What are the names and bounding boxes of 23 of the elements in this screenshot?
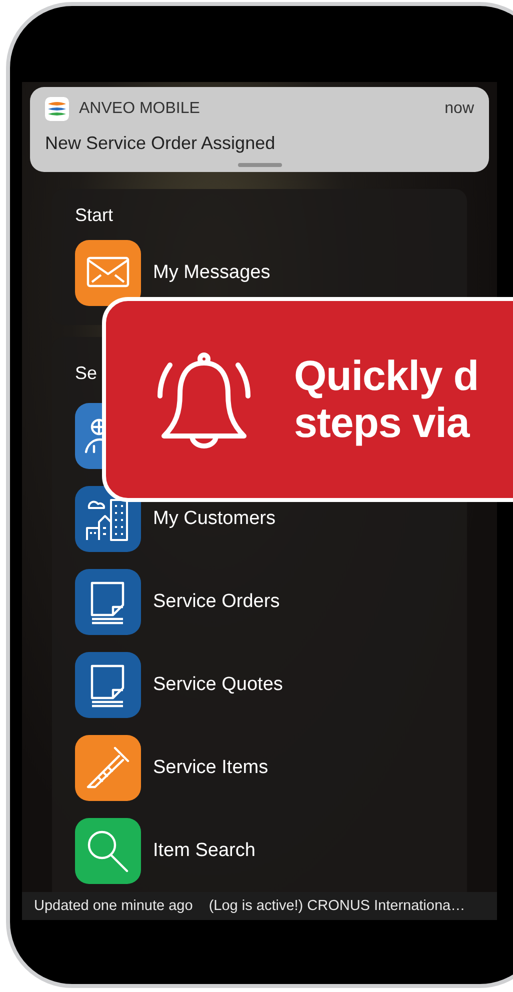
callout-text: Quickly d	[294, 353, 479, 400]
app-tile[interactable]	[75, 735, 141, 801]
section-title: Se	[75, 363, 98, 384]
menu-item-label[interactable]: Service Items	[153, 757, 268, 779]
update-status: Updated one minute ago	[34, 898, 193, 914]
app-tile[interactable]	[75, 818, 141, 884]
section-title: Start	[75, 205, 114, 226]
notification-message: New Service Order Assigned	[45, 133, 276, 154]
drag-handle[interactable]	[238, 163, 282, 167]
app-tile[interactable]	[75, 240, 141, 306]
callout-text: steps via	[294, 400, 471, 446]
menu-item-label[interactable]: My Messages	[153, 262, 270, 284]
notification-time: now	[444, 100, 474, 118]
app-tile[interactable]	[75, 652, 141, 718]
menu-item-label[interactable]: Item Search	[153, 840, 256, 862]
app-name: ANVEO MOBILE	[79, 100, 201, 118]
menu-item-label[interactable]: Service Orders	[153, 591, 280, 613]
menu-item-label[interactable]: Service Quotes	[153, 674, 283, 696]
log-status: (Log is active!) CRONUS Internationa…	[208, 898, 466, 914]
app-tile[interactable]	[75, 569, 141, 635]
menu-item-label[interactable]: My Customers	[153, 508, 276, 530]
app-logo-icon	[45, 97, 69, 121]
notification-banner[interactable]: ANVEO MOBILE now New Service Order Assigned	[30, 87, 489, 172]
